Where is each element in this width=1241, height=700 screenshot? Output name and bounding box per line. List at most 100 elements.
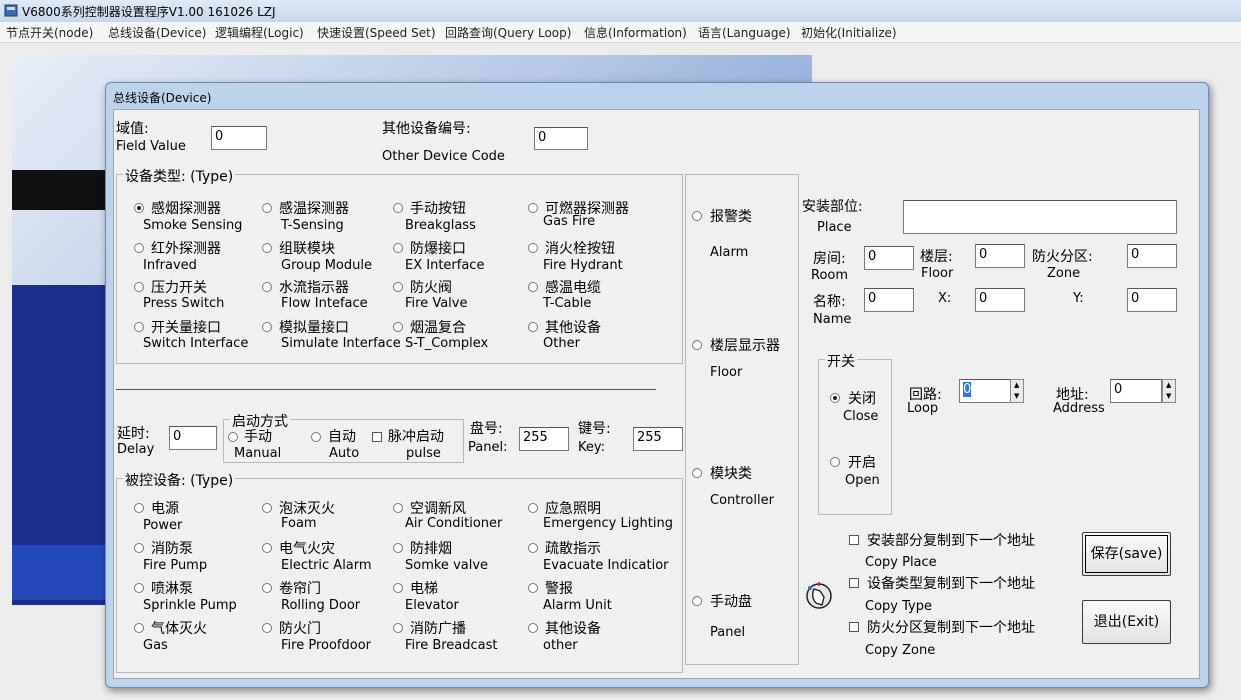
device-type-radio-switch-interface[interactable] [134,322,144,332]
menu-logic[interactable]: 逻辑编程(Logic) [215,24,304,41]
device-type-switch-interface[interactable]: 开关量接口 [151,317,221,337]
switch-close-radio[interactable] [830,393,840,403]
y-input[interactable]: 0 [1127,288,1177,312]
room-input[interactable]: 0 [864,246,914,270]
category-panel-radio[interactable] [692,596,702,606]
field-value-input[interactable]: 0 [211,126,267,150]
start-mode-auto[interactable]: 自动 [328,426,356,446]
controlled-alarm-unit[interactable]: 警报 [545,578,573,598]
spin-up-icon[interactable]: ▲ [1166,381,1171,389]
device-type-other[interactable]: 其他设备 [545,317,601,337]
place-input[interactable] [903,200,1177,234]
zone-input[interactable]: 0 [1127,244,1177,268]
device-type-group-module[interactable]: 组联模块 [279,238,335,258]
other-code-input[interactable]: 0 [534,127,588,150]
menu-speed-set[interactable]: 快速设置(Speed Set) [317,24,436,41]
delay-input[interactable]: 0 [169,426,217,450]
controlled-fire-pump[interactable]: 消防泵 [151,538,193,558]
floor-input[interactable]: 0 [975,244,1025,268]
save-button[interactable]: 保存(save) [1082,532,1171,576]
switch-close[interactable]: 关闭 [848,388,876,408]
controlled-radio-electric-alarm[interactable] [262,543,272,553]
controlled-sprinkle-pump[interactable]: 喷淋泵 [151,578,193,598]
category-floor[interactable]: 楼层显示器 [710,335,780,355]
controlled-evacuate[interactable]: 疏散指示 [545,538,601,558]
device-type-radio-complex[interactable] [393,322,403,332]
device-type-temp[interactable]: 感温探测器 [279,198,349,218]
device-type-radio-breakglass[interactable] [393,203,403,213]
device-type-t-cable[interactable]: 感温电缆 [545,277,601,297]
category-floor-radio[interactable] [692,340,702,350]
copy-zone-checkbox[interactable] [849,622,859,632]
device-type-radio-smoke[interactable] [134,203,144,213]
device-type-fire-hydrant[interactable]: 消火栓按钮 [545,238,615,258]
menu-initialize[interactable]: 初始化(Initialize) [801,24,897,41]
start-mode-manual[interactable]: 手动 [244,426,272,446]
copy-type-label[interactable]: 设备类型复制到下一个地址 [867,573,1035,593]
device-type-radio-temp[interactable] [262,203,272,213]
controlled-radio-evacuate[interactable] [528,543,538,553]
key-input[interactable]: 255 [633,427,683,451]
start-mode-auto-radio[interactable] [311,432,321,442]
controlled-other[interactable]: 其他设备 [545,618,601,638]
device-type-radio-infrared[interactable] [134,243,144,253]
copy-place-checkbox[interactable] [849,535,859,545]
device-type-radio-gas-fire[interactable] [528,203,538,213]
copy-type-checkbox[interactable] [849,578,859,588]
device-type-radio-simulate[interactable] [262,322,272,332]
category-controller-radio[interactable] [692,468,702,478]
loop-spinner[interactable]: ▲ ▼ [1010,379,1024,403]
loop-input[interactable]: 0 [959,379,1011,403]
controlled-radio-other[interactable] [528,623,538,633]
controlled-rolling-door[interactable]: 卷帘门 [279,578,321,598]
panel-input[interactable]: 255 [519,427,569,451]
controlled-radio-sprinkle-pump[interactable] [134,583,144,593]
controlled-smoke-valve[interactable]: 防排烟 [410,538,452,558]
device-type-radio-press-switch[interactable] [134,282,144,292]
controlled-emergency-lighting[interactable]: 应急照明 [545,498,601,518]
controlled-radio-elevator[interactable] [393,583,403,593]
controlled-radio-rolling-door[interactable] [262,583,272,593]
controlled-radio-fire-proofdoor[interactable] [262,623,272,633]
switch-open[interactable]: 开启 [848,452,876,472]
category-panel[interactable]: 手动盘 [710,591,752,611]
start-mode-manual-radio[interactable] [228,432,238,442]
device-type-breakglass[interactable]: 手动按钮 [410,198,466,218]
name-input[interactable]: 0 [864,288,914,312]
device-type-radio-other[interactable] [528,322,538,332]
controlled-gas[interactable]: 气体灭火 [151,618,207,638]
device-type-radio-t-cable[interactable] [528,282,538,292]
address-input[interactable]: 0 [1110,379,1162,403]
controlled-radio-alarm-unit[interactable] [528,583,538,593]
spin-down-icon[interactable]: ▼ [1166,392,1171,400]
start-mode-pulse[interactable]: 脉冲启动 [388,426,444,446]
controlled-air-conditioner[interactable]: 空调新风 [410,498,466,518]
controlled-fire-proofdoor[interactable]: 防火门 [279,618,321,638]
controlled-power[interactable]: 电源 [151,498,179,518]
x-input[interactable]: 0 [975,288,1025,312]
menu-information[interactable]: 信息(Information) [584,24,687,41]
device-type-fire-valve[interactable]: 防火阀 [410,277,452,297]
device-type-radio-fire-hydrant[interactable] [528,243,538,253]
device-type-infrared[interactable]: 红外探测器 [151,238,221,258]
device-type-radio-flow[interactable] [262,282,272,292]
copy-place-label[interactable]: 安装部分复制到下一个地址 [867,530,1035,550]
controlled-radio-fire-pump[interactable] [134,543,144,553]
device-type-complex[interactable]: 烟温复合 [410,317,466,337]
controlled-radio-smoke-valve[interactable] [393,543,403,553]
device-type-flow[interactable]: 水流指示器 [279,277,349,297]
controlled-elevator[interactable]: 电梯 [410,578,438,598]
controlled-radio-air-conditioner[interactable] [393,503,403,513]
menu-node[interactable]: 节点开关(node) [6,24,93,41]
controlled-radio-emergency-lighting[interactable] [528,503,538,513]
controlled-radio-power[interactable] [134,503,144,513]
spin-up-icon[interactable]: ▲ [1014,381,1019,389]
device-type-ex-interface[interactable]: 防爆接口 [410,238,466,258]
device-type-smoke[interactable]: 感烟探测器 [151,198,221,218]
start-mode-pulse-checkbox[interactable] [372,432,382,442]
menu-language[interactable]: 语言(Language) [698,24,791,41]
category-controller[interactable]: 模块类 [710,463,752,483]
controlled-foam[interactable]: 泡沫灭火 [279,498,335,518]
device-type-simulate[interactable]: 模拟量接口 [279,317,349,337]
category-alarm-radio[interactable] [692,211,702,221]
